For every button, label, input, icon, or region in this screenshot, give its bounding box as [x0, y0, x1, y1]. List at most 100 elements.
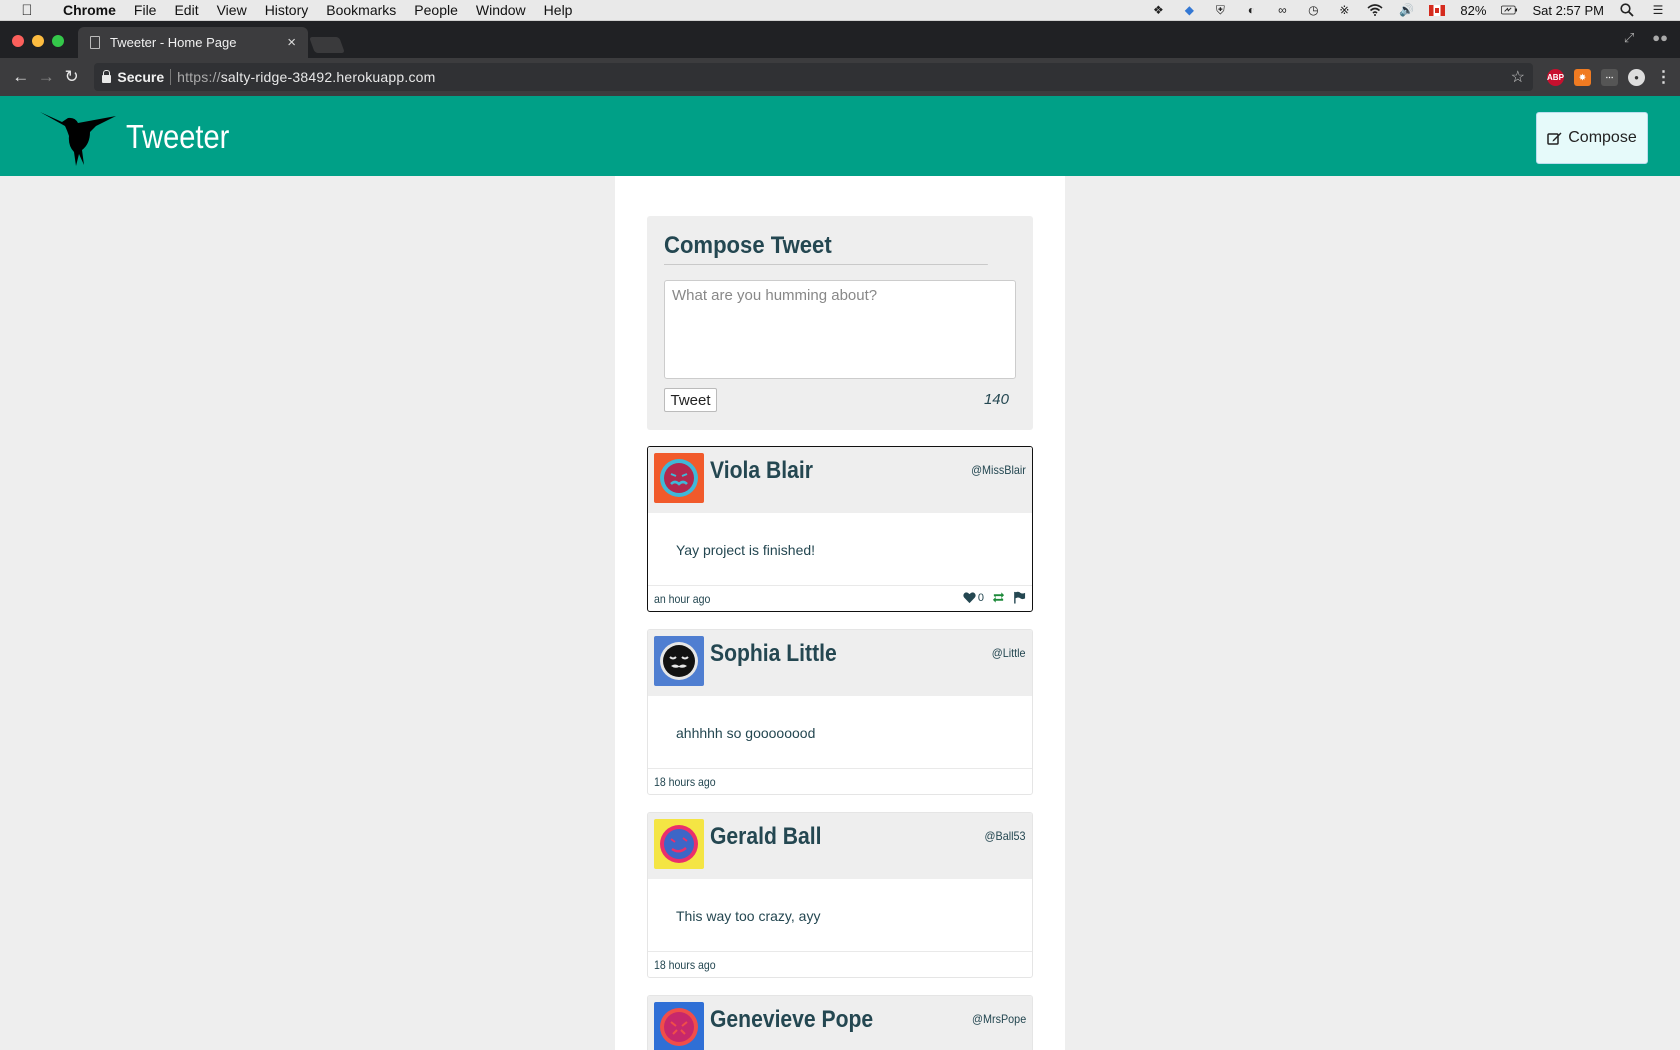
window-minimize-button[interactable]	[32, 35, 44, 47]
input-source-flag-icon[interactable]	[1429, 4, 1446, 16]
app-header: Tweeter Compose	[0, 96, 1680, 176]
incognito-icon[interactable]: ●●	[1652, 30, 1668, 46]
address-bar[interactable]: Secure https://salty-ridge-38492.herokua…	[94, 63, 1533, 91]
url-text[interactable]: https://salty-ridge-38492.herokuapp.com	[177, 69, 435, 85]
main-container: Compose Tweet Tweet 140 Viola Blair @Mis…	[615, 176, 1065, 1050]
tweet-card[interactable]: Sophia Little @Little ahhhhh so gooooooo…	[647, 629, 1033, 795]
dropbox-icon[interactable]: ❖	[1150, 3, 1166, 17]
window-maximize-button[interactable]	[52, 35, 64, 47]
fullscreen-icon[interactable]: ⤢	[1624, 30, 1634, 46]
new-tab-button[interactable]	[309, 37, 345, 53]
window-close-button[interactable]	[12, 35, 24, 47]
retweet-icon[interactable]	[992, 591, 1005, 604]
tweet-submit-button[interactable]: Tweet	[664, 388, 717, 412]
tweet-textarea[interactable]	[664, 280, 1016, 379]
time-machine-icon[interactable]: ◷	[1305, 3, 1321, 17]
adblock-icon[interactable]: ABP	[1546, 68, 1564, 86]
menu-people[interactable]: People	[405, 2, 467, 18]
heart-icon[interactable]	[963, 591, 976, 604]
browser-toolbar: ← → ↻ Secure https://salty-ridge-38492.h…	[0, 58, 1680, 96]
tweet-header: Gerald Ball @Ball53	[648, 813, 1032, 879]
menu-view[interactable]: View	[208, 2, 256, 18]
window-controls-right: ⤢ ●●	[1624, 30, 1668, 46]
compose-tweet-panel: Compose Tweet Tweet 140	[647, 216, 1033, 430]
tweet-header: Genevieve Pope @MrsPope	[648, 996, 1032, 1050]
apple-menu-icon[interactable]: 	[0, 2, 54, 19]
compose-toggle-button[interactable]: Compose	[1536, 112, 1648, 164]
tweet-card[interactable]: Viola Blair @MissBlair Yay project is fi…	[647, 446, 1033, 612]
menu-extras: ❖ ◆ ⛨ ◐ ∞ ◷ ※ 🔊 82% Sat 2:57 PM ☰	[1150, 3, 1680, 18]
tweet-header: Sophia Little @Little	[648, 630, 1032, 696]
menu-bookmarks[interactable]: Bookmarks	[317, 2, 405, 18]
battery-percent[interactable]: 82%	[1460, 3, 1486, 18]
onepassword-icon[interactable]: ●	[1627, 68, 1645, 86]
brand-title[interactable]: Tweeter	[126, 118, 229, 156]
tweet-footer: 18 hours ago	[648, 769, 1032, 794]
url-scheme: https://	[177, 69, 221, 85]
user-avatar	[654, 819, 704, 869]
tweet-author-name: Gerald Ball	[710, 823, 822, 850]
tab-title: Tweeter - Home Page	[110, 35, 237, 50]
tweet-text: Yay project is finished!	[648, 513, 1032, 586]
tweet-timestamp: an hour ago	[654, 592, 711, 606]
tweet-author-name: Sophia Little	[710, 640, 837, 667]
wifi-icon[interactable]	[1367, 3, 1383, 17]
menu-window[interactable]: Window	[467, 2, 535, 18]
spotlight-search-icon[interactable]	[1619, 3, 1635, 17]
tweet-author-handle: @MrsPope	[971, 1012, 1026, 1026]
vpn-icon[interactable]: ◆	[1181, 3, 1197, 17]
tab-close-icon[interactable]: ×	[287, 34, 296, 51]
browser-tab-strip: Tweeter - Home Page × ⤢ ●●	[0, 21, 1680, 58]
tweet-header: Viola Blair @MissBlair	[648, 447, 1032, 513]
compose-button-label: Compose	[1568, 129, 1637, 146]
tweet-author-handle: @Ball53	[985, 829, 1026, 843]
notification-center-icon[interactable]: ☰	[1650, 3, 1666, 17]
tweet-author-handle: @MissBlair	[971, 463, 1026, 477]
tweet-footer: an hour ago 0	[648, 586, 1032, 611]
tweet-author-name: Genevieve Pope	[710, 1006, 874, 1033]
tweet-text: This way too crazy, ayy	[648, 879, 1032, 952]
chrome-menu-icon[interactable]: ⋮	[1655, 69, 1672, 86]
compose-title: Compose Tweet	[664, 232, 988, 265]
tweet-text: ahhhhh so goooooood	[648, 696, 1032, 769]
bluetooth-icon[interactable]: ※	[1336, 3, 1352, 17]
menu-help[interactable]: Help	[535, 2, 582, 18]
tweet-timestamp: 18 hours ago	[654, 958, 716, 972]
shield-icon[interactable]: ⛨	[1212, 3, 1228, 17]
sync-icon[interactable]: ◐	[1243, 3, 1259, 17]
url-host: salty-ridge-38492.herokuapp.com	[220, 69, 436, 85]
bookmark-star-icon[interactable]: ☆	[1511, 67, 1525, 87]
back-arrow-icon[interactable]: ←	[8, 67, 33, 87]
extension-icons: ABP ✸ ⋯ ● ⋮	[1546, 68, 1672, 86]
lock-icon	[102, 70, 112, 83]
menu-file[interactable]: File	[125, 2, 166, 18]
menu-app-name[interactable]: Chrome	[54, 2, 125, 18]
hubspot-icon[interactable]: ✸	[1573, 68, 1591, 86]
clock[interactable]: Sat 2:57 PM	[1532, 3, 1604, 18]
tweet-card[interactable]: Genevieve Pope @MrsPope	[647, 995, 1033, 1050]
character-counter: 140	[983, 391, 1009, 408]
user-avatar	[654, 1002, 704, 1050]
forward-arrow-icon[interactable]: →	[33, 67, 58, 87]
tweet-card[interactable]: Gerald Ball @Ball53 This way too crazy, …	[647, 812, 1033, 978]
extension-menu-icon[interactable]: ⋯	[1600, 68, 1618, 86]
tweet-timestamp: 18 hours ago	[654, 775, 716, 789]
page-icon	[90, 36, 100, 49]
battery-icon[interactable]	[1501, 3, 1518, 17]
flag-icon[interactable]	[1013, 591, 1026, 604]
macos-menu-bar:  Chrome File Edit View History Bookmark…	[0, 0, 1680, 21]
hummingbird-logo-icon	[40, 112, 116, 166]
glasses-icon[interactable]: ∞	[1274, 3, 1290, 17]
address-separator	[170, 69, 172, 85]
reload-icon[interactable]: ↻	[59, 67, 84, 87]
tweet-actions: 0	[963, 591, 1026, 604]
menu-history[interactable]: History	[256, 2, 318, 18]
tweet-author-handle: @Little	[992, 646, 1026, 660]
user-avatar	[654, 636, 704, 686]
volume-icon[interactable]: 🔊	[1398, 3, 1414, 17]
user-avatar	[654, 453, 704, 503]
browser-tab-active[interactable]: Tweeter - Home Page ×	[78, 27, 308, 58]
menu-edit[interactable]: Edit	[165, 2, 207, 18]
edit-icon	[1547, 132, 1562, 145]
secure-label: Secure	[117, 69, 165, 85]
